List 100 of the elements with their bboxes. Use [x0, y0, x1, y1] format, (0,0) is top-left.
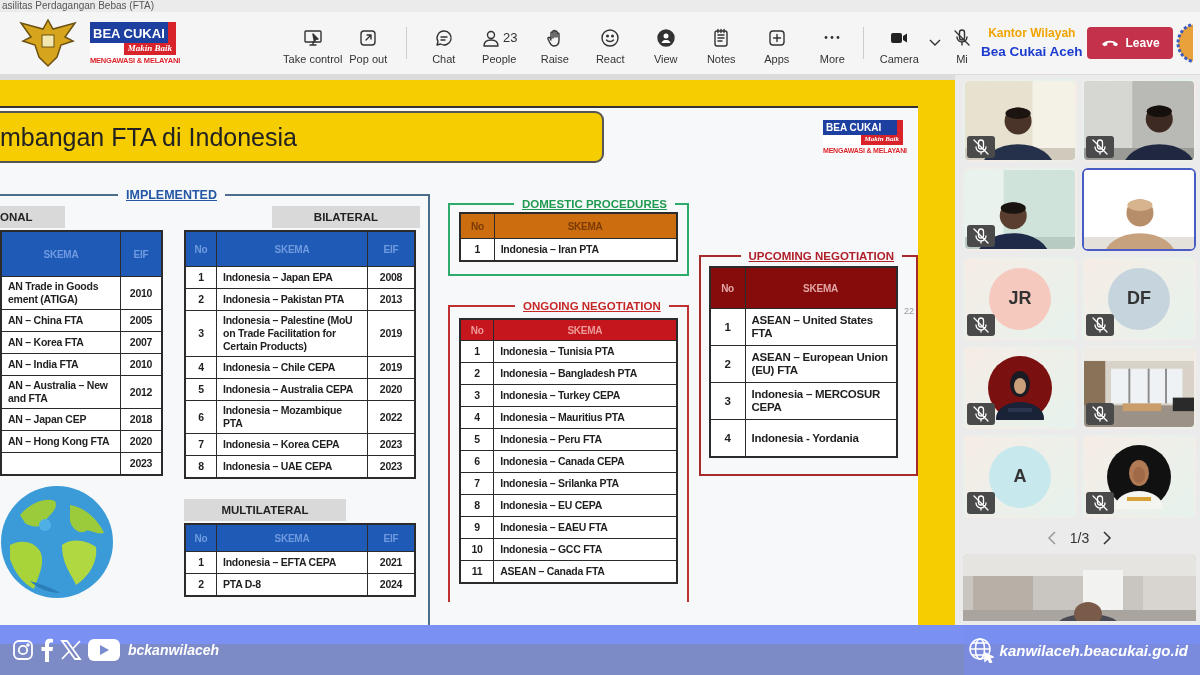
- mic-off-icon: [952, 27, 972, 48]
- website-address: kanwilaceh.beacukai.go.id: [999, 641, 1188, 659]
- page-number: 22: [904, 306, 914, 316]
- table-cell: AN – China FTA: [1, 309, 121, 332]
- pop-out-icon: [358, 27, 379, 48]
- table-cell: AN – Japan CEP: [1, 408, 121, 431]
- next-page-button[interactable]: [1103, 531, 1113, 545]
- table-cell: 5: [185, 378, 217, 401]
- mic-off-icon: [967, 136, 995, 158]
- column-header: No: [460, 319, 494, 341]
- notes-button[interactable]: Notes: [693, 21, 749, 65]
- leave-button[interactable]: Leave: [1086, 27, 1173, 59]
- table-cell: 10: [460, 538, 494, 561]
- group-heading: DOMESTIC PROCEDURES: [521, 198, 669, 210]
- camera-button[interactable]: Camera: [871, 21, 927, 65]
- column-header: EIF: [367, 231, 415, 267]
- participant-tile[interactable]: [963, 346, 1077, 429]
- more-icon: [824, 35, 841, 39]
- group-heading: ONGOING NEGOTIATION: [522, 300, 662, 312]
- table-cell: Indonesia – Mozambique PTA: [216, 400, 368, 434]
- apps-button[interactable]: Apps: [749, 21, 805, 65]
- table-label: MULTILATERAL: [184, 499, 346, 521]
- avatar-initials: A: [989, 445, 1051, 508]
- globe-icon: [967, 637, 994, 663]
- column-header: SKEMA: [216, 231, 368, 267]
- column-header: SKEMA: [493, 319, 677, 341]
- table-cell: AN – Korea FTA: [1, 331, 121, 354]
- table-cell: 1: [460, 340, 494, 363]
- column-header: No: [709, 267, 746, 309]
- more-button[interactable]: More: [804, 21, 860, 65]
- table-cell: Indonesia – Pakistan PTA: [216, 288, 368, 311]
- table-cell: 5: [460, 428, 494, 451]
- page-indicator: 1/3: [1069, 530, 1090, 546]
- react-button[interactable]: React: [582, 21, 638, 65]
- table-cell: 4: [460, 406, 494, 429]
- table-cell: AN – India FTA: [1, 353, 121, 376]
- smiley-icon: [600, 27, 621, 48]
- table-cell: 2: [460, 362, 494, 385]
- table-cell: AN – Australia – New and FTA: [1, 375, 121, 409]
- emblem-icon: [18, 18, 78, 68]
- facebook-icon: [40, 638, 54, 662]
- table-cell: 9: [460, 516, 494, 539]
- participant-tile[interactable]: A: [963, 435, 1077, 518]
- table-label: ONAL: [0, 206, 65, 228]
- mic-off-icon: [967, 492, 995, 514]
- table-cell: 6: [460, 450, 494, 473]
- chevron-right-icon: [1103, 531, 1113, 545]
- table-cell: AN – Hong Kong FTA: [1, 430, 121, 453]
- chevron-left-icon: [1046, 531, 1056, 545]
- participant-tile[interactable]: DF: [1082, 257, 1196, 340]
- table-cell: 3: [460, 384, 494, 407]
- column-header: EIF: [367, 524, 415, 552]
- table-cell: Indonesia – Australia CEPA: [216, 378, 368, 401]
- table-cell: Indonesia – Japan EPA: [216, 266, 368, 289]
- participant-tile[interactable]: JR: [963, 257, 1077, 340]
- column-header: No: [185, 524, 217, 552]
- social-handle: bckanwilaceh: [128, 642, 220, 658]
- people-button[interactable]: 23 People: [471, 21, 527, 65]
- table-cell: 7: [185, 433, 217, 456]
- mic-off-icon: [967, 225, 995, 247]
- column-header: SKEMA: [494, 213, 677, 239]
- chat-icon: [433, 27, 454, 48]
- view-button[interactable]: View: [638, 21, 694, 65]
- take-control-button[interactable]: Take control: [285, 21, 341, 65]
- mic-off-icon: [967, 403, 995, 425]
- mic-off-icon: [1086, 136, 1114, 158]
- table-label: BILATERAL: [272, 206, 420, 228]
- column-header: SKEMA: [745, 267, 897, 309]
- table-cell: 1: [185, 266, 217, 289]
- table-cell: 1: [185, 551, 217, 574]
- group-heading: UPCOMING NEGOTIATION: [747, 250, 895, 262]
- group-heading: IMPLEMENTED: [125, 188, 218, 202]
- table-cell: 2: [709, 345, 746, 383]
- person-circle-icon: [655, 27, 676, 48]
- mic-off-icon: [1086, 403, 1114, 425]
- chat-button[interactable]: Chat: [416, 21, 472, 65]
- table-cell: 7: [460, 472, 494, 495]
- table-cell: Indonesia – Korea CEPA: [216, 433, 368, 456]
- table-cell: 6: [185, 400, 217, 434]
- logo-title: BEA CUKAI: [90, 21, 176, 43]
- office-name: Kantor Wilayah: [988, 27, 1076, 40]
- plus-square-icon: [766, 27, 787, 48]
- table-cell: 4: [185, 356, 217, 379]
- screen-pointer-icon: [302, 27, 323, 48]
- logo-title: BEA CUKAI: [823, 120, 903, 135]
- table-cell: Indonesia – EFTA CEPA: [216, 551, 368, 574]
- x-icon: [60, 639, 82, 661]
- camera-options-button[interactable]: [927, 39, 942, 47]
- seal-icon: [1174, 23, 1193, 63]
- column-header: No: [460, 213, 495, 239]
- column-header: EIF: [120, 231, 162, 277]
- avatar-initials: DF: [1108, 267, 1170, 330]
- mic-button[interactable]: Mi: [945, 21, 979, 65]
- office-name: Bea Cukai Aceh: [981, 45, 1083, 59]
- youtube-icon: [88, 639, 120, 661]
- avatar-initials: JR: [989, 267, 1051, 330]
- mic-off-icon: [967, 314, 995, 336]
- raise-hand-button[interactable]: Raise: [527, 21, 583, 65]
- participant-tile[interactable]: [1082, 435, 1196, 518]
- column-header: SKEMA: [216, 524, 368, 552]
